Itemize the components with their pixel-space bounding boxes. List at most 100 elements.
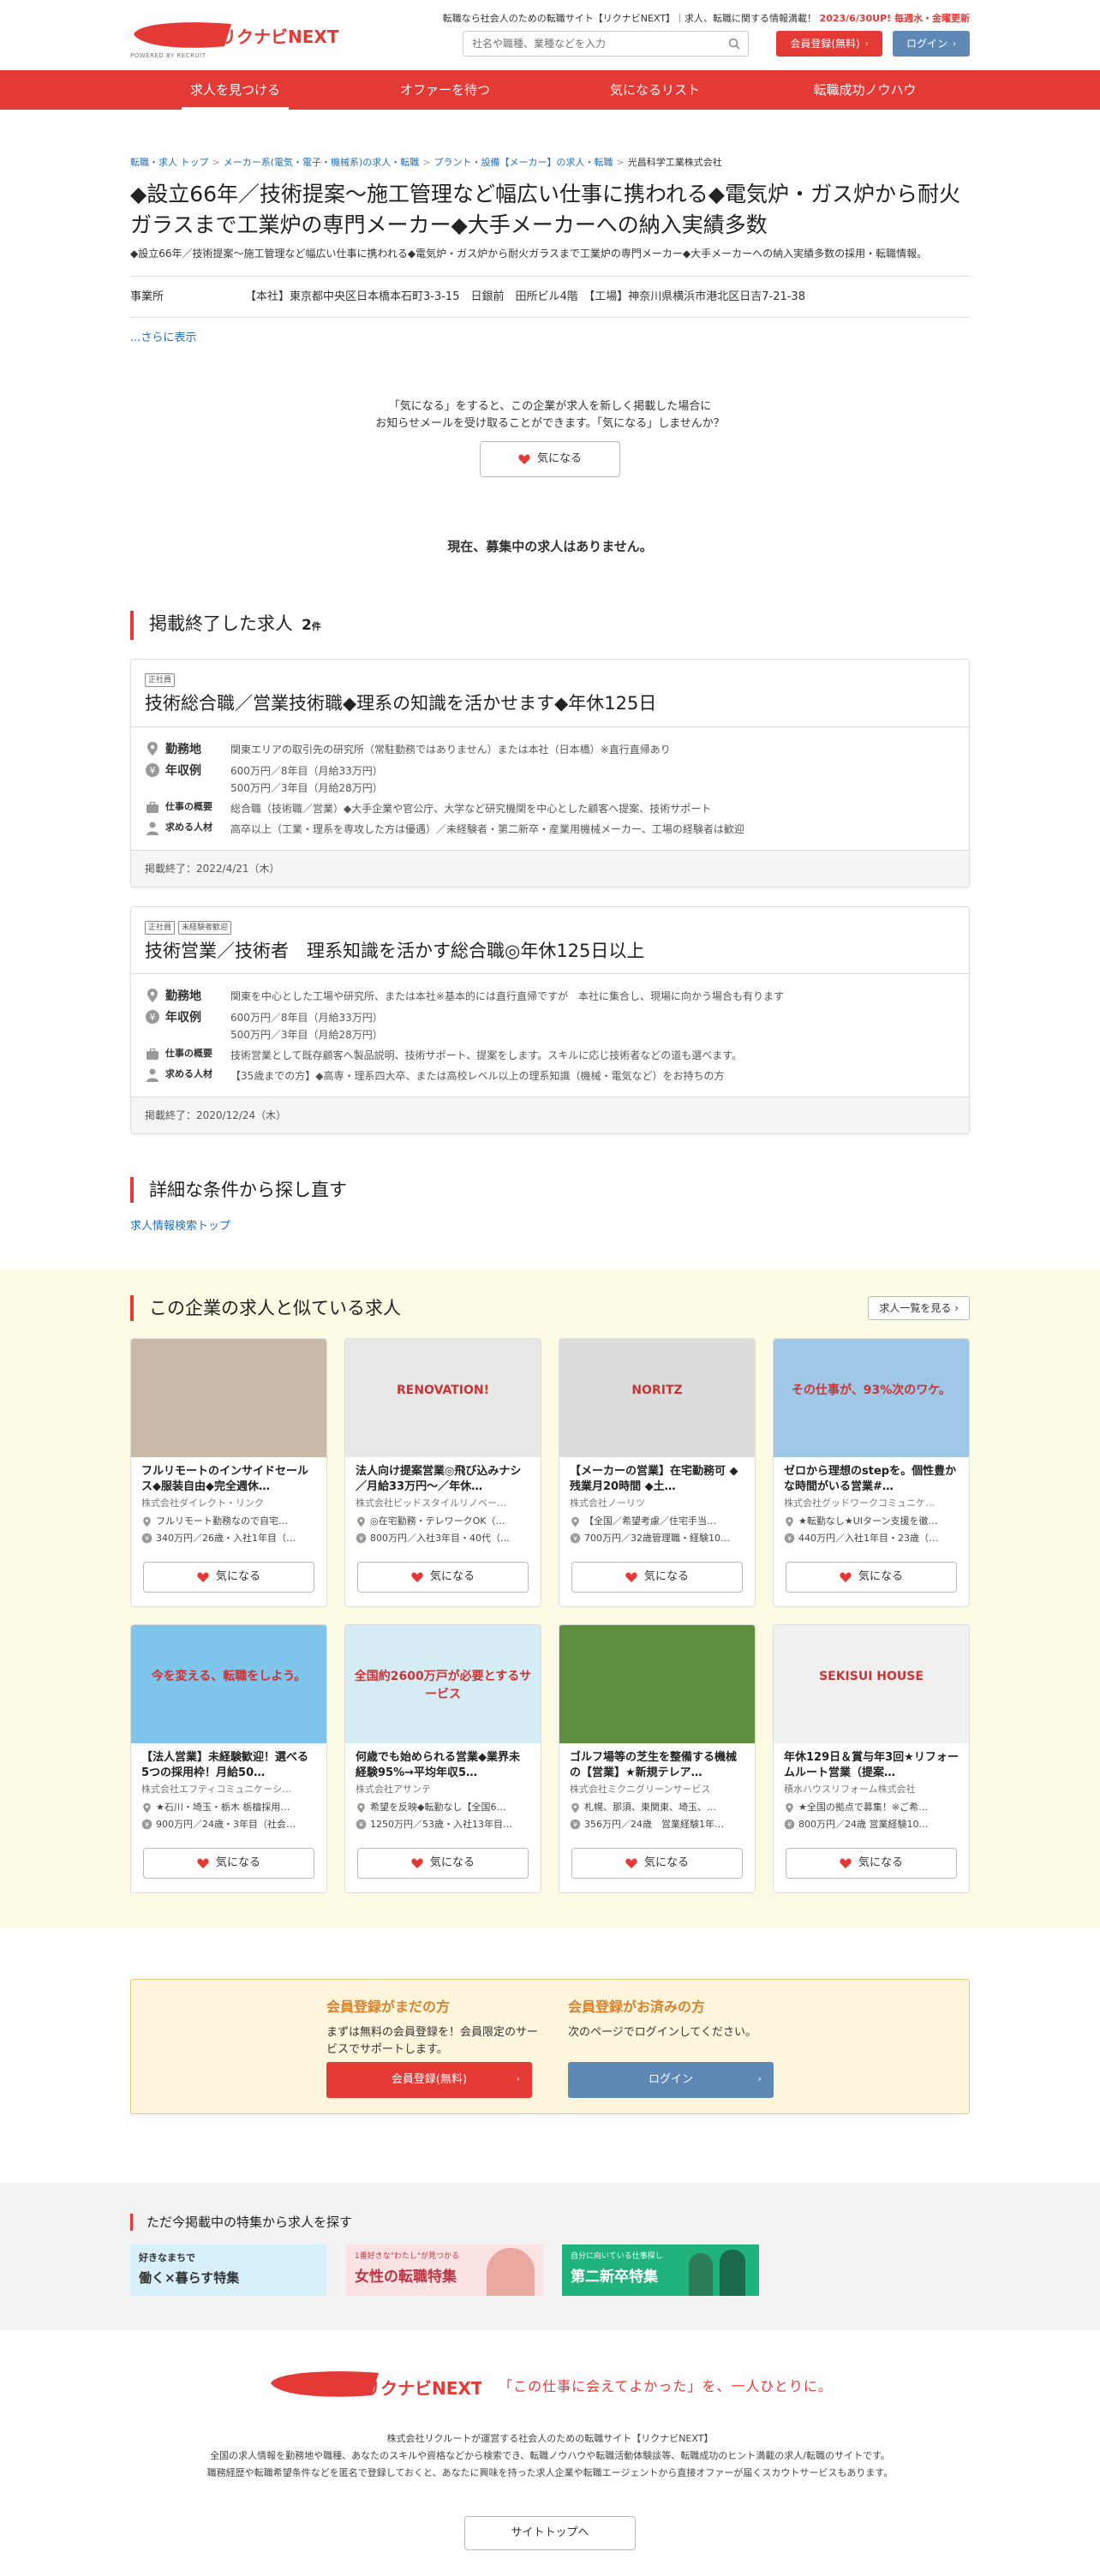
- job-photo[interactable]: [131, 1338, 326, 1457]
- card-location: 【全国／希望考慮／住宅手当…: [584, 1515, 716, 1527]
- heart-icon: [840, 1571, 852, 1582]
- card-salary: 900万円／24歳・3年目（社会…: [156, 1818, 296, 1830]
- salary-example-2: 500万円／3年目（月給28万円）: [230, 781, 383, 794]
- card-company: 株式会社ビッドスタイルリノベー…: [356, 1497, 506, 1509]
- footer-logo[interactable]: リクナビNEXT: [267, 2368, 481, 2406]
- favorite-button[interactable]: 気になる: [571, 1561, 743, 1593]
- view-all-jobs-button[interactable]: 求人一覧を見る ›: [868, 1295, 970, 1320]
- feature-banner-second-graduate[interactable]: 自分に向いている仕事探し 第二新卒特集: [562, 2244, 759, 2296]
- breadcrumb-maker[interactable]: メーカー系(電気・電子・機械系)の求人・転職: [224, 157, 420, 168]
- person-illustration: [689, 2252, 713, 2296]
- nav-find-jobs[interactable]: 求人を見つける: [130, 70, 340, 110]
- location-pin-icon: [147, 741, 158, 756]
- footer-text-1: 株式会社リクルートが運営する社会人のための転職サイト【リクナビNEXT】: [386, 2432, 714, 2444]
- member-login-button[interactable]: ログイン ›: [568, 2061, 774, 2098]
- tag-employment: 正社員: [145, 673, 176, 687]
- similar-job-card[interactable]: その仕事が、93%次のワケ。ゼロから理想のstepを。個性豊かな時間がいる営業#…: [773, 1337, 970, 1607]
- salary-label: 年収例: [165, 763, 201, 778]
- card-title[interactable]: 【メーカーの営業】在宅勤務可 ◆残業月20時間 ◆土…: [559, 1457, 755, 1495]
- register-button[interactable]: 会員登録(無料) ›: [776, 31, 882, 57]
- card-title[interactable]: 【法人営業】未経験歓迎！選べる5つの採用枠！月給50…: [131, 1743, 326, 1781]
- card-title[interactable]: 法人向け提案営業◎飛び込みナシ／月給33万円〜／年休…: [345, 1457, 541, 1495]
- similar-job-card[interactable]: SEKISUI HOUSE 年休129日＆賞与年3回★リフォームルート営業（提案……: [773, 1623, 970, 1893]
- job-photo[interactable]: [559, 1624, 755, 1743]
- ended-job-card[interactable]: 正社員 未経験者歓迎 技術営業／技術者 理系知識を活かす総合職◎年休125日以上 …: [130, 905, 970, 1134]
- search-input[interactable]: [472, 38, 712, 50]
- similar-jobs-section: この企業の求人と似ている求人 求人一覧を見る › フルリモートのインサイドセール…: [0, 1269, 1100, 1928]
- ended-job-card[interactable]: 正社員 技術総合職／営業技術職◆理系の知識を活かせます◆年休125日 勤務地 関東…: [130, 659, 970, 888]
- favorite-button[interactable]: 気になる: [143, 1847, 314, 1879]
- search-top-link[interactable]: 求人情報検索トップ: [130, 1218, 970, 1235]
- card-title[interactable]: フルリモートのインサイドセールス◆服装自由◆完全週休…: [131, 1457, 326, 1495]
- card-title[interactable]: 年休129日＆賞与年3回★リフォームルート営業（提案…: [774, 1743, 969, 1781]
- job-photo[interactable]: RENOVATION!: [345, 1338, 541, 1457]
- show-more-link[interactable]: ...さらに表示: [130, 330, 970, 347]
- card-title[interactable]: ゼロから理想のstepを。個性豊かな時間がいる営業#…: [774, 1457, 969, 1495]
- favorite-button[interactable]: 気になる: [786, 1847, 957, 1879]
- similar-jobs-grid: フルリモートのインサイドセールス◆服装自由◆完全週休… 株式会社ダイレクト・リンク…: [130, 1337, 970, 1893]
- card-salary: 356万円／24歳 営業経験1年…: [584, 1818, 724, 1830]
- tagline-text: 転職なら社会人のための転職サイト【リクナビNEXT】｜求人、転職に関する情報満載…: [442, 13, 817, 24]
- nav-wait-offer[interactable]: オファーを待つ: [340, 70, 550, 110]
- yen-icon: ¥: [356, 1533, 367, 1544]
- job-photo[interactable]: 全国約2600万戸が必要とするサービス: [345, 1624, 541, 1743]
- card-company: 株式会社ミクニグリーンサービス: [570, 1783, 711, 1795]
- footer-logo-text: リクナビNEXT: [363, 2378, 481, 2399]
- keyword-search[interactable]: [463, 31, 749, 57]
- favorite-button[interactable]: 気になる: [357, 1561, 529, 1593]
- job-photo[interactable]: 今を変える、転職をしよう。: [131, 1624, 326, 1743]
- job-title[interactable]: 技術総合職／営業技術職◆理系の知識を活かせます◆年休125日: [145, 690, 955, 718]
- page-subtitle: ◆設立66年／技術提案〜施工管理など幅広い仕事に携われる◆電気炉・ガス炉から耐火…: [130, 247, 928, 260]
- card-company: 株式会社ノーリツ: [570, 1497, 645, 1509]
- login-button[interactable]: ログイン ›: [893, 31, 970, 57]
- photo-caption: その仕事が、93%次のワケ。: [792, 1383, 951, 1397]
- breadcrumb-plant[interactable]: プラント・設備【メーカー】の求人・転職: [434, 157, 613, 168]
- breadcrumb-top[interactable]: 転職・求人 トップ: [130, 157, 209, 168]
- breadcrumb: 転職・求人 トップ > メーカー系(電気・電子・機械系)の求人・転職 > プラント・設備…: [130, 157, 722, 168]
- favorite-label: 気になる: [429, 1569, 475, 1583]
- banner-small: 好きなまちで: [139, 2251, 195, 2263]
- site-top-button[interactable]: サイトトップへ: [464, 2515, 636, 2550]
- favorite-button[interactable]: 気になる: [357, 1847, 529, 1879]
- job-photo[interactable]: NORITZ: [559, 1338, 755, 1457]
- search-icon[interactable]: [727, 37, 741, 51]
- similar-job-card[interactable]: RENOVATION! 法人向け提案営業◎飛び込みナシ／月給33万円〜／年休… 株式…: [344, 1337, 541, 1607]
- logo-text: リクナビNEXT: [219, 27, 339, 47]
- existing-member-heading: 会員登録がお済みの方: [568, 1998, 706, 2015]
- follow-button[interactable]: 気になる: [480, 440, 620, 477]
- favorite-button[interactable]: 気になる: [786, 1561, 957, 1593]
- requirement-value: 【35歳までの方】◆高専・理系四大卒、または高校レベル以上の理系知識（機械・電気…: [230, 1070, 725, 1082]
- job-photo[interactable]: その仕事が、93%次のワケ。: [774, 1338, 969, 1457]
- feature-banner-women[interactable]: 1番好きな"わたし"が見つかる 女性の転職特集: [346, 2244, 543, 2296]
- nav-favorite-list[interactable]: 気になるリスト: [550, 70, 760, 110]
- similar-job-card[interactable]: ゴルフ場等の芝生を整備する機械の【営業】★新規テレア… 株式会社ミクニグリーンサー…: [559, 1623, 756, 1893]
- page-title: ◆設立66年／技術提案〜施工管理など幅広い仕事に携われる◆電気炉・ガス炉から耐火…: [130, 181, 961, 237]
- office-row: 事業所 【本社】東京都中央区日本橋本石町3-3-15 日銀前 田所ビル4階 【工…: [130, 275, 970, 318]
- job-title[interactable]: 技術営業／技術者 理系知識を活かす総合職◎年休125日以上: [145, 938, 955, 965]
- feature-banner-town[interactable]: 好きなまちで 働く×暮らす特集: [130, 2244, 327, 2296]
- yen-icon: ¥: [141, 1819, 152, 1830]
- nav-knowhow[interactable]: 転職成功ノウハウ: [760, 70, 970, 110]
- similar-job-card[interactable]: NORITZ 【メーカーの営業】在宅勤務可 ◆残業月20時間 ◆土… 株式会社ノーリ…: [559, 1337, 756, 1607]
- member-register-button[interactable]: 会員登録(無料) ›: [326, 2061, 532, 2098]
- banner-big: 働く×暮らす特集: [139, 2269, 240, 2286]
- member-box: 会員登録がまだの方 まずは無料の会員登録を！会員限定のサービスでサポートします。…: [130, 1978, 970, 2114]
- heart-icon: [840, 1857, 852, 1868]
- card-company: 株式会社ダイレクト・リンク: [141, 1497, 264, 1509]
- follow-company: 「気になる」をすると、この企業が求人を新しく掲載した場合に お知らせメールを受け…: [130, 398, 970, 477]
- location-pin-icon: [143, 1516, 151, 1527]
- similar-job-card[interactable]: フルリモートのインサイドセールス◆服装自由◆完全週休… 株式会社ダイレクト・リンク…: [130, 1337, 327, 1607]
- similar-job-card[interactable]: 全国約2600万戸が必要とするサービス 何歳でも始められる営業◆業界未経験95%→…: [344, 1623, 541, 1893]
- card-company: 積水ハウスリフォーム株式会社: [784, 1783, 916, 1795]
- svg-text:¥: ¥: [787, 1821, 792, 1829]
- global-nav: 求人を見つける オファーを待つ 気になるリスト 転職成功ノウハウ: [0, 70, 1100, 110]
- card-title[interactable]: ゴルフ場等の芝生を整備する機械の【営業】★新規テレア…: [559, 1743, 755, 1781]
- favorite-button[interactable]: 気になる: [571, 1847, 743, 1879]
- similar-job-card[interactable]: 今を変える、転職をしよう。 【法人営業】未経験歓迎！選べる5つの採用枠！月給50……: [130, 1623, 327, 1893]
- footer-catchcopy: 「この仕事に会えてよかった」を、一人ひとりに。: [499, 2377, 833, 2394]
- location-pin-icon: [143, 1802, 151, 1814]
- card-title[interactable]: 何歳でも始められる営業◆業界未経験95%→平均年収5…: [345, 1743, 541, 1781]
- job-photo[interactable]: SEKISUI HOUSE: [774, 1624, 969, 1743]
- breadcrumb-company: 光昌科学工業株式会社: [627, 157, 722, 168]
- favorite-button[interactable]: 気になる: [143, 1561, 314, 1593]
